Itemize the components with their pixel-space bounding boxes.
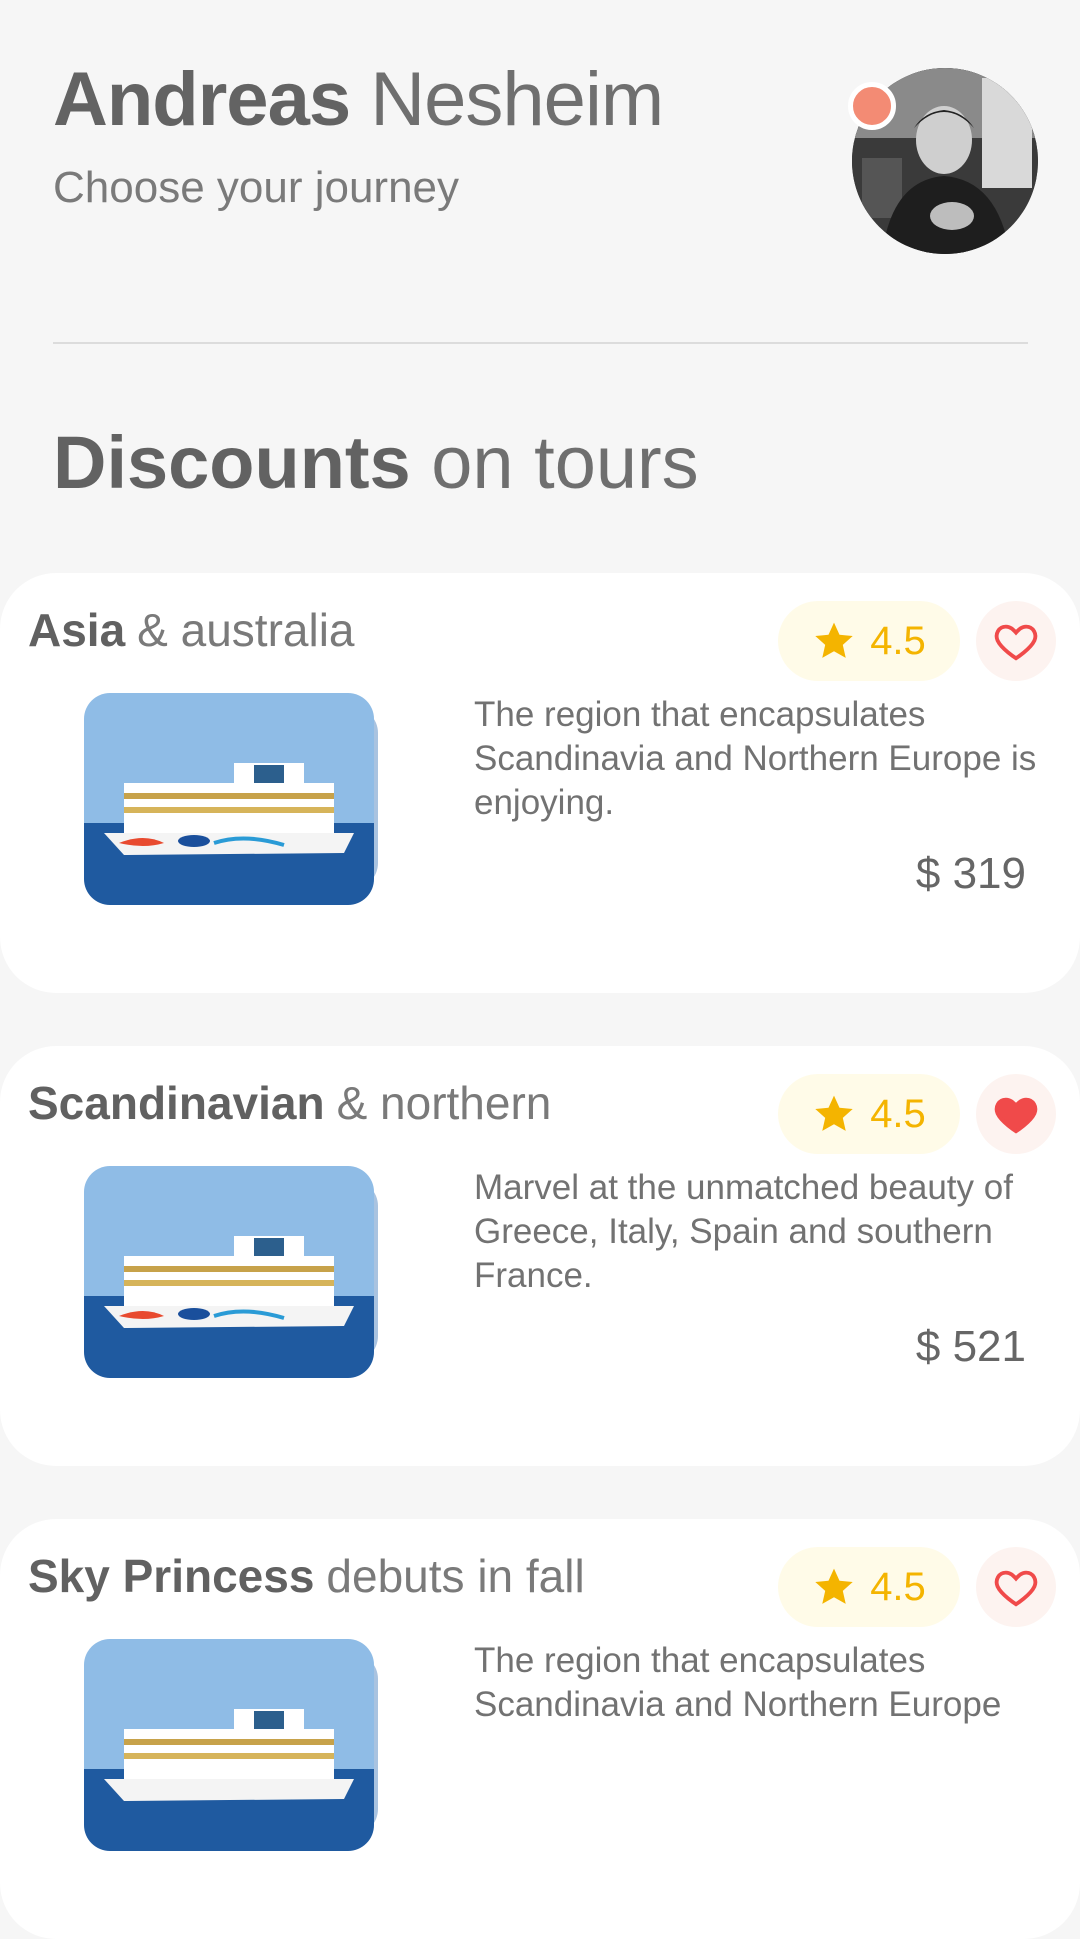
rating-value: 4.5 — [870, 1091, 926, 1136]
tour-title-bold: Scandinavian — [28, 1077, 325, 1129]
rating-value: 4.5 — [870, 1564, 926, 1609]
tour-title-light: & northern — [336, 1077, 552, 1129]
star-icon — [815, 622, 853, 658]
heart-icon — [994, 624, 1038, 661]
heart-icon — [994, 1097, 1038, 1134]
tour-description: Marvel at the unmatched beauty of Greece… — [474, 1168, 1013, 1295]
user-last-name: Nesheim — [370, 57, 664, 142]
favorite-button[interactable] — [976, 1547, 1056, 1627]
tour-description: The region that encapsulates Scandinavia… — [474, 695, 1037, 822]
tour-title: Scandinavian & northern — [28, 1076, 551, 1130]
rating-value: 4.5 — [870, 618, 926, 663]
heart-icon — [994, 1570, 1038, 1607]
tour-title-bold: Asia — [28, 604, 126, 656]
tour-description: The region that encapsulates Scandinavia… — [474, 1641, 1002, 1724]
section-title-bold: Discounts — [53, 421, 411, 504]
rating-badge: 4.5 — [778, 601, 960, 681]
tour-title-light: debuts in fall — [326, 1550, 585, 1602]
tour-price: $ 521 — [915, 1322, 1026, 1371]
favorite-button[interactable] — [976, 601, 1056, 681]
page-subtitle: Choose your journey — [53, 163, 460, 212]
tour-title: Asia & australia — [28, 603, 355, 657]
tour-image[interactable] — [84, 693, 414, 905]
tour-image[interactable] — [84, 1639, 414, 1851]
rating-badge: 4.5 — [778, 1074, 960, 1154]
tour-card[interactable]: Scandinavian & northern 4.5 Marvel at th… — [0, 1046, 1080, 1466]
section-title: Discounts on tours — [53, 420, 699, 505]
star-icon — [815, 1095, 853, 1131]
tour-card[interactable]: Sky Princess debuts in fall 4.5 The regio… — [0, 1519, 1080, 1939]
rating-badge: 4.5 — [778, 1547, 960, 1627]
section-title-light: on tours — [431, 421, 699, 504]
status-badge — [848, 82, 896, 130]
tour-price: $ 319 — [915, 849, 1026, 898]
tour-card[interactable]: Asia & australia 4.5 The region that enc… — [0, 573, 1080, 993]
favorite-button[interactable] — [976, 1074, 1056, 1154]
tour-image[interactable] — [84, 1166, 414, 1378]
tour-title-light: & australia — [137, 604, 355, 656]
star-icon — [815, 1568, 853, 1604]
header-divider — [53, 342, 1028, 344]
tour-title: Sky Princess debuts in fall — [28, 1549, 585, 1603]
user-first-name: Andreas — [53, 57, 351, 142]
tour-title-bold: Sky Princess — [28, 1550, 315, 1602]
